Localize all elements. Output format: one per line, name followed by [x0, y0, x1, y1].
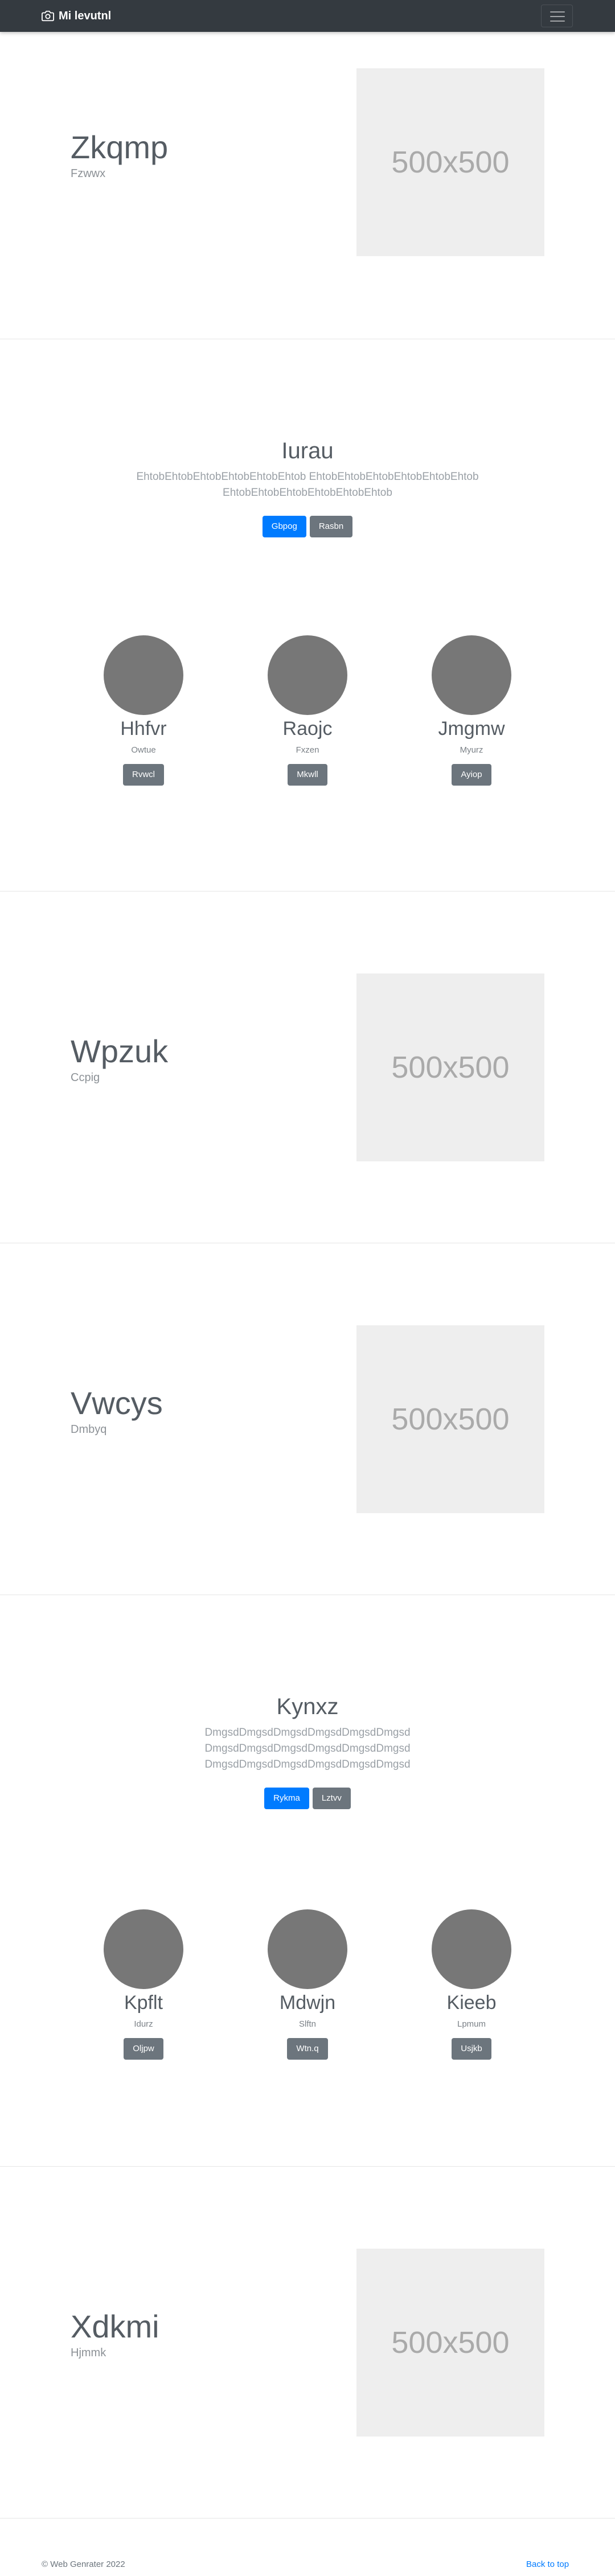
hero-subtitle: Dmbyq: [71, 1423, 107, 1436]
person-card: Hhfvr Owtue Rvwcl: [75, 635, 212, 786]
person-name: Hhfvr: [120, 718, 167, 739]
hero-title: Zkqmp: [71, 129, 169, 165]
hero-section-2: Wpzuk Ccpig 500x500: [0, 891, 615, 1243]
image-size-label: 500x500: [391, 1402, 510, 1436]
secondary-button[interactable]: Lztvv: [312, 1788, 351, 1809]
hero-subtitle: Hjmmk: [71, 2346, 106, 2359]
placeholder-image: 500x500: [356, 973, 544, 1161]
person-card: Raojc Fxzen Mkwll: [239, 635, 376, 786]
hero-subtitle: Fzwwx: [71, 167, 106, 180]
person-button[interactable]: Wtn.q: [287, 2037, 328, 2060]
avatar: [268, 1909, 347, 1989]
person-name: Kpflt: [124, 1992, 163, 2014]
secondary-button[interactable]: Rasbn: [309, 516, 353, 537]
feature-title: Kynxz: [276, 1694, 339, 1719]
person-subtitle: Lpmum: [457, 2019, 486, 2029]
person-subtitle: Idurz: [134, 2019, 153, 2029]
hero-title: Xdkmi: [71, 2308, 159, 2344]
hero-text-1: Zkqmp Fzwwx: [71, 130, 168, 180]
avatar: [104, 1909, 183, 1989]
hamburger-icon: [550, 10, 565, 26]
footer: © Web Genrater 2022 Back to top: [0, 2550, 615, 2576]
person-card: Mdwjn Slftn Wtn.q: [239, 1909, 376, 2060]
feature-buttons: Rykma Lztvv: [0, 1788, 615, 1809]
feature-lead-line: DmgsdDmgsdDmgsdDmgsdDmgsdDmgsd: [204, 1759, 411, 1770]
navbar: Mi levutnl: [0, 0, 615, 32]
person-card: Jmgmw Myurz Ayiop: [403, 635, 540, 786]
feature-lead-line: DmgsdDmgsdDmgsdDmgsdDmgsdDmgsd: [204, 1727, 411, 1739]
navbar-toggle-button[interactable]: [541, 5, 573, 27]
feature-buttons: Gbpog Rasbn: [0, 516, 615, 537]
placeholder-image: 500x500: [356, 2249, 544, 2437]
feature-lead: DmgsdDmgsdDmgsdDmgsdDmgsdDmgsd DmgsdDmgs…: [0, 1725, 615, 1773]
person-name: Kieeb: [446, 1992, 497, 2014]
hero-section-1: Zkqmp Fzwwx 500x500: [0, 32, 615, 339]
person-subtitle: Fxzen: [296, 745, 319, 755]
hero-section-4: Xdkmi Hjmmk 500x500: [0, 2167, 615, 2519]
person-subtitle: Slftn: [298, 2019, 316, 2029]
avatar: [268, 635, 347, 715]
person-name: Jmgmw: [438, 718, 505, 739]
hero-text-3: Vwcys Dmbyq: [71, 1386, 163, 1436]
person-button[interactable]: Mkwll: [288, 763, 327, 786]
hero-text-4: Xdkmi Hjmmk: [71, 2309, 159, 2360]
person-name: Raojc: [282, 718, 333, 739]
avatar: [432, 635, 511, 715]
person-button[interactable]: Ayiop: [452, 763, 491, 786]
feature-header-1: Iurau EhtobEhtobEhtobEhtobEhtobEhtob Eht…: [0, 437, 615, 537]
hero-section-3: Vwcys Dmbyq 500x500: [0, 1243, 615, 1595]
hero-subtitle: Ccpig: [71, 1071, 100, 1084]
primary-button[interactable]: Gbpog: [262, 516, 306, 537]
feature-title: Iurau: [281, 438, 334, 463]
image-size-label: 500x500: [391, 145, 510, 179]
person-card: Kieeb Lpmum Usjkb: [403, 1909, 540, 2060]
feature-lead: EhtobEhtobEhtobEhtobEhtobEhtob EhtobEhto…: [0, 469, 615, 501]
feature-header-2: Kynxz DmgsdDmgsdDmgsdDmgsdDmgsdDmgsd Dmg…: [0, 1693, 615, 1809]
feature-section-1: Iurau EhtobEhtobEhtobEhtobEhtobEhtob Eht…: [0, 339, 615, 891]
brand-link[interactable]: Mi levutnl: [42, 0, 111, 32]
image-size-label: 500x500: [391, 1050, 510, 1084]
placeholder-image: 500x500: [356, 1325, 544, 1513]
image-size-label: 500x500: [391, 2326, 510, 2360]
camera-icon: [42, 10, 54, 22]
person-button[interactable]: Oljpw: [124, 2037, 163, 2060]
person-button[interactable]: Rvwcl: [123, 763, 164, 786]
avatar: [432, 1909, 511, 1989]
person-button[interactable]: Usjkb: [452, 2037, 491, 2060]
copyright-text: © Web Genrater 2022: [42, 2559, 125, 2569]
feature-lead-line: EhtobEhtobEhtobEhtobEhtobEhtob: [223, 487, 392, 499]
person-subtitle: Myurz: [460, 745, 483, 755]
primary-button[interactable]: Rykma: [264, 1788, 309, 1809]
hero-text-2: Wpzuk Ccpig: [71, 1034, 168, 1084]
person-card: Kpflt Idurz Oljpw: [75, 1909, 212, 2060]
person-name: Mdwjn: [279, 1992, 336, 2014]
back-to-top-link[interactable]: Back to top: [526, 2559, 569, 2569]
placeholder-image: 500x500: [356, 68, 544, 256]
feature-lead-line: DmgsdDmgsdDmgsdDmgsdDmgsdDmgsd: [204, 1743, 411, 1755]
hero-title: Vwcys: [71, 1385, 163, 1421]
feature-section-2: Kynxz DmgsdDmgsdDmgsdDmgsdDmgsdDmgsd Dmg…: [0, 1595, 615, 2167]
feature-lead-line: EhtobEhtobEhtobEhtobEhtobEhtob EhtobEhto…: [136, 471, 479, 483]
hero-title: Wpzuk: [71, 1033, 169, 1069]
brand-name: Mi levutnl: [59, 9, 112, 22]
person-subtitle: Owtue: [131, 745, 156, 755]
avatar: [104, 635, 183, 715]
